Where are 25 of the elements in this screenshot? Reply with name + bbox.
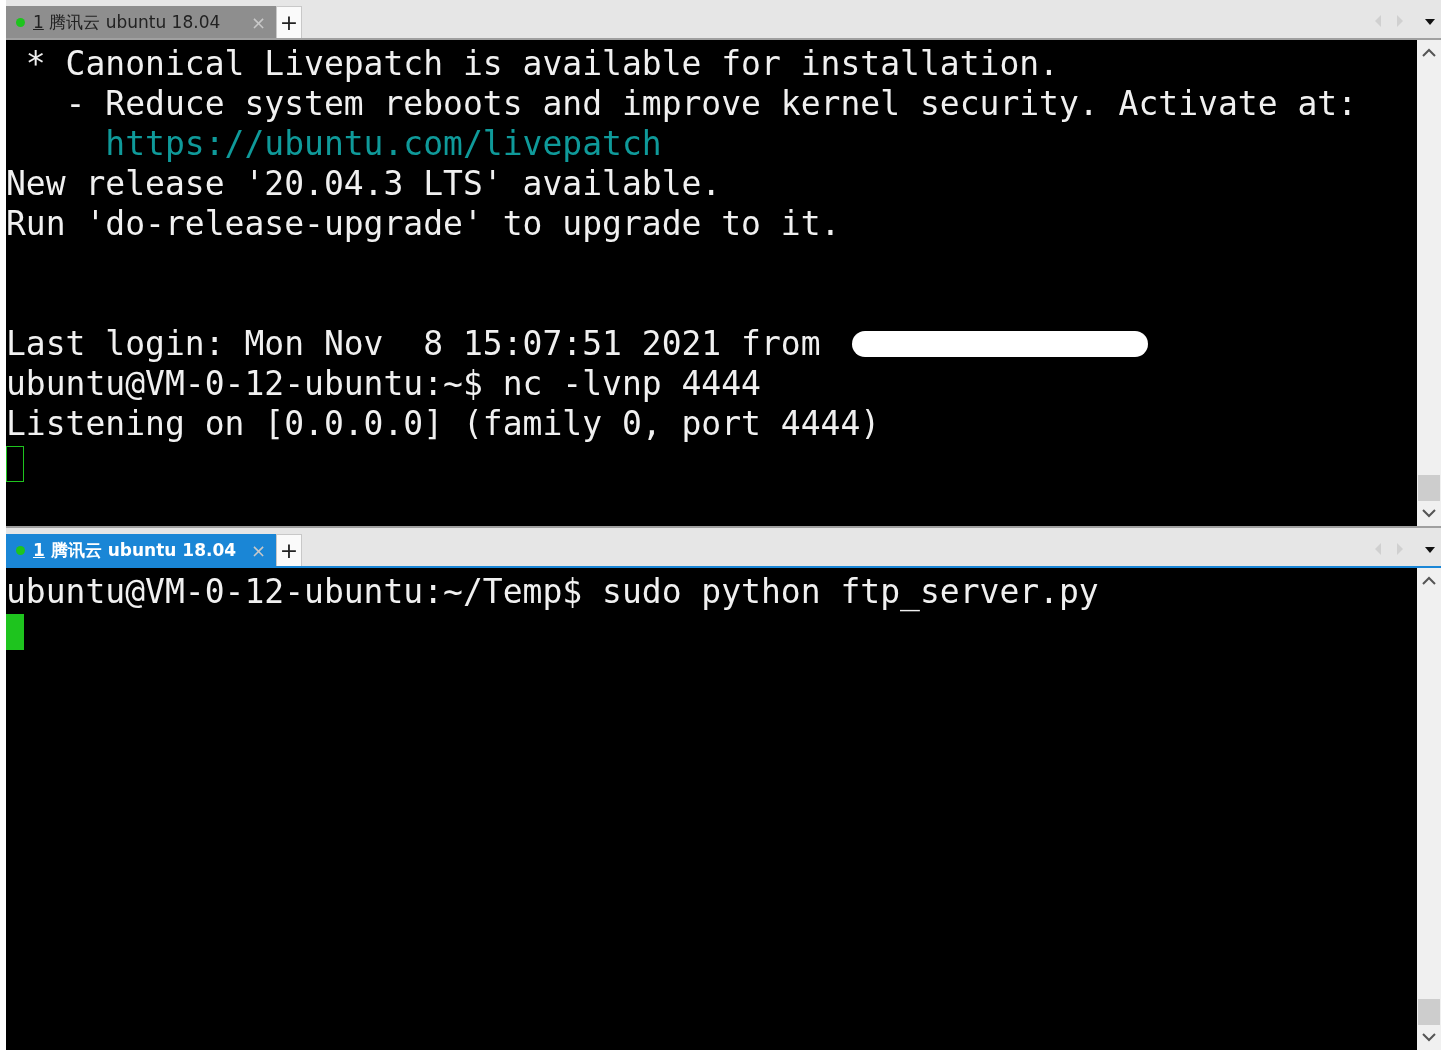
terminal-line: ubuntu@VM-0-12-ubuntu:~$ nc -lvnp 4444 bbox=[6, 364, 761, 404]
new-tab-button[interactable]: + bbox=[276, 6, 302, 38]
terminal-line: - Reduce system reboots and improve kernel security. Activate at: bbox=[64, 84, 1357, 124]
terminal-line: Last login: Mon Nov 8 15:07:51 2021 from bbox=[6, 324, 822, 364]
terminal-line: * Canonical Livepatch is available for installation. bbox=[24, 44, 1059, 84]
terminal-link[interactable]: https://ubuntu.com/livepatch bbox=[6, 124, 662, 164]
scrollbar-thumb[interactable] bbox=[1418, 475, 1440, 501]
terminal-line: New release '20.04.3 LTS' available. bbox=[6, 164, 722, 204]
scroll-up-icon[interactable] bbox=[1422, 48, 1436, 57]
text-cursor bbox=[6, 614, 24, 650]
session-tab[interactable]: 1 腾讯云 ubuntu 18.04 × bbox=[6, 6, 276, 38]
scrollbar[interactable] bbox=[1417, 40, 1441, 526]
dropdown-icon[interactable] bbox=[1425, 19, 1435, 25]
dropdown-icon[interactable] bbox=[1425, 547, 1435, 553]
scroll-up-icon[interactable] bbox=[1422, 576, 1436, 585]
scroll-down-icon[interactable] bbox=[1422, 509, 1436, 518]
scroll-down-icon[interactable] bbox=[1422, 1033, 1436, 1042]
text-cursor bbox=[6, 446, 24, 482]
terminal-line: Listening on [0.0.0.0] (family 0, port 4444) bbox=[6, 404, 881, 444]
session-tab[interactable]: 1 腾讯云 ubuntu 18.04 × bbox=[6, 534, 276, 566]
terminal-line: ubuntu@VM-0-12-ubuntu:~/Temp$ sudo python ftp_server.py bbox=[6, 572, 1099, 612]
new-tab-button[interactable]: + bbox=[276, 534, 302, 566]
scrollbar-thumb[interactable] bbox=[1418, 999, 1440, 1025]
terminal-line: Run 'do-release-upgrade' to upgrade to it. bbox=[6, 204, 841, 244]
scrollbar[interactable] bbox=[1417, 568, 1441, 1050]
